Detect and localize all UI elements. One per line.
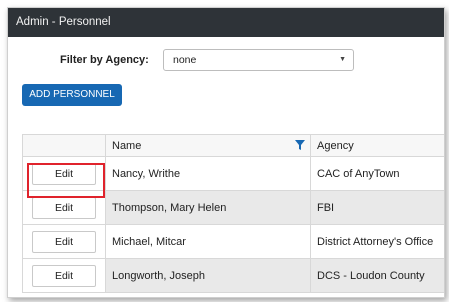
table-row: Edit Thompson, Mary Helen FBI: [22, 190, 444, 225]
table-cell-action: Edit: [22, 258, 106, 293]
filter-agency-label: Filter by Agency:: [60, 54, 149, 66]
add-personnel-button[interactable]: ADD PERSONNEL: [22, 84, 122, 106]
table-cell-name: Nancy, Writhe: [105, 156, 311, 191]
table-cell-agency: CAC of AnyTown: [310, 156, 444, 191]
edit-button[interactable]: Edit: [32, 230, 96, 253]
edit-button[interactable]: Edit: [32, 196, 96, 219]
column-header-action: [22, 134, 106, 157]
table-row: Edit Longworth, Joseph DCS - Loudon Coun…: [22, 258, 444, 293]
column-header-name[interactable]: Name: [105, 134, 311, 157]
edit-button[interactable]: Edit: [32, 264, 96, 287]
table-cell-agency: District Attorney's Office: [310, 224, 444, 259]
table-header-row: Name Agency: [22, 134, 444, 157]
edit-button[interactable]: Edit: [32, 162, 96, 185]
filter-icon[interactable]: [295, 140, 305, 150]
table-cell-name: Michael, Mitcar: [105, 224, 311, 259]
chevron-down-icon: ▼: [339, 56, 346, 63]
table-cell-agency: FBI: [310, 190, 444, 225]
table-row: Edit Nancy, Writhe CAC of AnyTown: [22, 156, 444, 191]
table-cell-name: Thompson, Mary Helen: [105, 190, 311, 225]
admin-panel: Admin - Personnel Filter by Agency: none…: [7, 7, 445, 298]
table-row: Edit Michael, Mitcar District Attorney's…: [22, 224, 444, 259]
table-cell-action: Edit: [22, 224, 106, 259]
table-cell-action: Edit: [22, 190, 106, 225]
personnel-table: Name Agency Edit Nancy, Writhe CAC of An…: [22, 134, 444, 293]
column-header-agency[interactable]: Agency: [310, 134, 444, 157]
table-cell-agency: DCS - Loudon County: [310, 258, 444, 293]
table-cell-action: Edit: [22, 156, 106, 191]
window-title: Admin - Personnel: [8, 8, 444, 37]
table-cell-name: Longworth, Joseph: [105, 258, 311, 293]
agency-filter-value: none: [173, 54, 197, 66]
column-header-name-label: Name: [112, 139, 142, 152]
agency-filter-select[interactable]: none ▼: [163, 49, 354, 71]
